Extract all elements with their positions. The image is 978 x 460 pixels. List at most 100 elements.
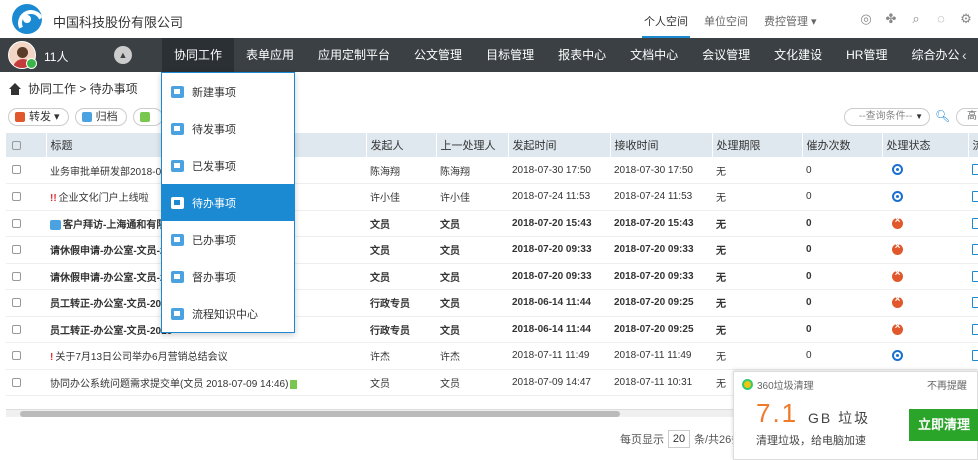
row-checkbox[interactable] <box>6 210 46 237</box>
flow-icon[interactable] <box>972 297 978 309</box>
clean-now-button[interactable]: 立即清理 <box>909 409 978 441</box>
nav-report-center[interactable]: 报表中心 <box>546 38 618 72</box>
viewed-status-icon[interactable] <box>892 350 903 362</box>
nav-meeting-management[interactable]: 会议管理 <box>690 38 762 72</box>
table-row[interactable]: !! 企业文化门户上线啦 许小佳 许小佳 2018-07-24 11:53 2018-07… <box>6 183 978 211</box>
row-flow[interactable] <box>968 210 978 237</box>
title-text[interactable]: 员工转正-办公室-文员-2018 <box>50 299 172 310</box>
per-page-input[interactable]: 20 <box>668 430 690 448</box>
table-row[interactable]: 请休假申请-办公室-文员-20 文员 文员 2018-07-20 09:33 2018-… <box>6 236 978 264</box>
table-row[interactable]: 员工转正-办公室-文员-2018 行政专员 文员 2018-06-14 11:44 20… <box>6 316 978 343</box>
menu-supervise[interactable]: 督办事项 <box>162 258 294 295</box>
table-row[interactable]: ! 关于7月13日公司举办6月营销总结会议 许杰 许杰 2018-07-11 11:49… <box>6 342 978 370</box>
nav-form-app[interactable]: 表单应用 <box>234 38 306 72</box>
col-deadline[interactable]: 处理期限 <box>712 133 803 157</box>
checkbox[interactable] <box>12 218 21 228</box>
checkbox[interactable] <box>12 192 21 202</box>
checkbox[interactable] <box>12 298 21 308</box>
archive-button[interactable]: 归档 <box>74 108 127 126</box>
row-flow[interactable] <box>968 342 978 370</box>
scrollbar-thumb[interactable] <box>20 411 620 417</box>
user-icon[interactable]: ◎ <box>858 11 874 27</box>
flow-icon[interactable] <box>972 350 978 362</box>
unread-status-icon[interactable] <box>892 215 903 229</box>
flow-icon[interactable] <box>972 164 978 176</box>
search-icon[interactable]: ⌕ <box>908 11 924 27</box>
nav-scroll-left-icon[interactable]: ‹ <box>962 46 974 64</box>
checkbox[interactable] <box>12 165 21 175</box>
table-row[interactable]: 业务审批单研发部2018-07- 陈海翔 陈海翔 2018-07-30 17:50 20… <box>6 157 978 184</box>
col-previous-handler[interactable]: 上一处理人 <box>436 133 509 157</box>
checkbox[interactable] <box>12 245 21 255</box>
row-checkbox[interactable] <box>6 263 46 290</box>
menu-done[interactable]: 已办事项 <box>162 221 294 258</box>
col-sender[interactable]: 发起人 <box>366 133 437 157</box>
advanced-search-button[interactable]: 高 <box>956 108 978 126</box>
row-status[interactable] <box>882 210 968 237</box>
row-status[interactable] <box>882 289 968 317</box>
checkbox[interactable] <box>12 324 21 334</box>
nav-file-center[interactable]: 文档中心 <box>618 38 690 72</box>
checkbox[interactable] <box>12 351 21 361</box>
flow-icon[interactable] <box>972 244 978 256</box>
row-checkbox[interactable] <box>6 183 46 211</box>
forward-button[interactable]: 转发 ▾ <box>8 108 69 126</box>
title-text[interactable]: 协同办公系统问题需求提交单(文员 2018-07-09 14:46) <box>50 379 288 390</box>
flow-icon[interactable] <box>972 191 978 203</box>
row-title[interactable]: 协同办公系统问题需求提交单(文员 2018-07-09 14:46) <box>46 369 366 396</box>
viewed-status-icon[interactable] <box>892 164 903 176</box>
row-flow[interactable] <box>968 289 978 317</box>
unread-status-icon[interactable] <box>892 241 903 256</box>
row-flow[interactable] <box>968 183 978 211</box>
menu-sent[interactable]: 已发事项 <box>162 147 294 184</box>
nav-app-custom-platform[interactable]: 应用定制平台 <box>306 38 402 72</box>
delete-button[interactable] <box>132 108 163 126</box>
row-flow[interactable] <box>968 236 978 264</box>
nav-culture[interactable]: 文化建设 <box>762 38 834 72</box>
menu-to-send[interactable]: 待发事项 <box>162 110 294 147</box>
nav-general-office[interactable]: 综合办公 <box>899 38 971 72</box>
row-checkbox[interactable] <box>6 236 46 264</box>
row-checkbox[interactable] <box>6 157 46 184</box>
home-icon[interactable] <box>8 82 22 95</box>
row-status[interactable] <box>882 183 968 211</box>
row-flow[interactable] <box>968 263 978 290</box>
table-row[interactable]: 请休假申请-办公室-文员-20 文员 文员 2018-07-20 09:33 2018-… <box>6 263 978 290</box>
table-row[interactable]: 员工转正-办公室-文员-2018 行政专员 文员 2018-06-14 11:44 20… <box>6 289 978 317</box>
title-text[interactable]: 关于7月13日公司举办6月营销总结会议 <box>55 352 227 363</box>
row-checkbox[interactable] <box>6 369 46 396</box>
nav-document-management[interactable]: 公文管理 <box>402 38 474 72</box>
row-status[interactable] <box>882 263 968 290</box>
settings-icon[interactable]: ⚙ <box>958 11 974 27</box>
menu-process-knowledge[interactable]: 流程知识中心 <box>162 295 294 332</box>
title-text[interactable]: 客户拜访-上海通和有限公 <box>63 220 176 231</box>
flow-icon[interactable] <box>972 217 978 229</box>
col-start-time[interactable]: 发起时间 <box>508 133 611 157</box>
flow-icon[interactable] <box>972 270 978 282</box>
unread-status-icon[interactable] <box>892 321 903 335</box>
nav-goal-management[interactable]: 目标管理 <box>474 38 546 72</box>
row-status[interactable] <box>882 316 968 343</box>
table-row[interactable]: 客户拜访-上海通和有限公 文员 文员 2018-07-20 15:43 2018-07-… <box>6 210 978 237</box>
link-expense-control[interactable]: 费控管理 ▾ <box>756 0 825 38</box>
row-checkbox[interactable] <box>6 289 46 317</box>
flow-icon[interactable] <box>972 323 978 335</box>
horizontal-scrollbar[interactable] <box>6 409 746 417</box>
select-all-checkbox[interactable] <box>6 133 47 157</box>
col-flow[interactable]: 流 <box>968 133 978 157</box>
row-checkbox[interactable] <box>6 342 46 370</box>
row-checkbox[interactable] <box>6 316 46 343</box>
menu-pending[interactable]: 待办事项 <box>162 184 294 221</box>
unread-status-icon[interactable] <box>892 268 903 282</box>
no-remind-button[interactable]: 不再提醒 <box>927 377 967 392</box>
title-text[interactable]: 请休假申请-办公室-文员-20 <box>50 273 171 284</box>
link-unit-space[interactable]: 单位空间 <box>696 0 756 38</box>
row-flow[interactable] <box>968 316 978 343</box>
row-status[interactable] <box>882 236 968 264</box>
collapse-toggle-icon[interactable]: ▲ <box>114 46 132 64</box>
title-text[interactable]: 企业文化门户上线啦 <box>59 193 149 204</box>
menu-new-item[interactable]: 新建事项 <box>162 73 294 110</box>
col-status[interactable]: 处理状态 <box>882 133 969 157</box>
col-urge-count[interactable]: 催办次数 <box>802 133 883 157</box>
link-personal-space[interactable]: 个人空间 <box>636 0 696 38</box>
